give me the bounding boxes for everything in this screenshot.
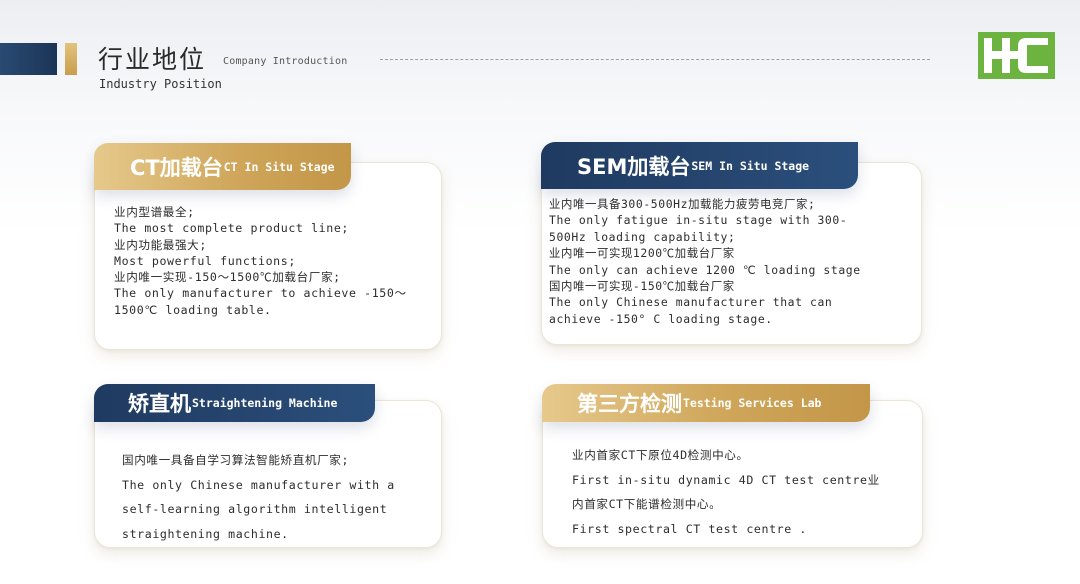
- card-line: 业内唯一实现-150～1500℃加载台厂家;: [114, 270, 341, 285]
- header-gold-accent: [65, 43, 77, 75]
- card-title-en: Straightening Machine: [192, 396, 338, 410]
- card-line: 内首家CT下能谱检测中心。: [572, 497, 722, 511]
- card-body-straightening: 国内唯一具备自学习算法智能矫直机厂家; The only Chinese man…: [122, 448, 395, 546]
- card-title-en: CT In Situ Stage: [223, 159, 335, 174]
- card-line: First spectral CT test centre .: [572, 521, 807, 536]
- card-line: 业内首家CT下原位4D检测中心。: [572, 448, 749, 462]
- tab-sem-stage: SEM加载台 SEM In Situ Stage: [541, 142, 858, 189]
- tab-ct-stage: CT加载台 CT In Situ Stage: [94, 143, 351, 190]
- card-line: 500Hz loading capability;: [549, 229, 736, 244]
- card-line: The only Chinese manufacturer that can: [549, 295, 833, 310]
- card-line: self-learning algorithm intelligent: [122, 502, 388, 517]
- header-divider: [380, 59, 930, 60]
- page-title-en: Industry Position: [99, 77, 222, 91]
- card-title-en: Testing Services Lab: [683, 396, 822, 410]
- card-line: 业内唯一具备300-500Hz加载能力疲劳电竞厂家;: [549, 197, 816, 211]
- card-body-ct: 业内型谱最全; The most complete product line; …: [114, 204, 407, 318]
- card-line: Most powerful functions;: [114, 253, 296, 268]
- card-line: The most complete product line;: [114, 221, 349, 236]
- card-line: 1500℃ loading table.: [114, 302, 272, 317]
- header-accent-bar: [0, 43, 57, 75]
- card-line: 业内唯一可实现1200℃加载台厂家: [549, 246, 735, 261]
- card-body-sem: 业内唯一具备300-500Hz加载能力疲劳电竞厂家; The only fati…: [549, 196, 861, 327]
- card-line: First in-situ dynamic 4D CT test centre业: [572, 472, 880, 487]
- tab-straightening-machine: 矫直机 Straightening Machine: [94, 384, 375, 422]
- card-title-zh: 矫直机: [128, 392, 191, 416]
- card-line: 业内型谱最全;: [114, 205, 195, 219]
- card-line: The only Chinese manufacturer with a: [122, 477, 395, 492]
- card-line: 国内唯一可实现-150℃加载台厂家: [549, 279, 735, 294]
- card-title-en: SEM In Situ Stage: [691, 158, 810, 173]
- card-line: straightening machine.: [122, 526, 289, 541]
- card-line: The only can achieve 1200 ℃ loading stag…: [549, 262, 861, 277]
- card-line: 业内功能最强大;: [114, 237, 207, 252]
- card-line: The only manufacturer to achieve -150～: [114, 286, 407, 301]
- card-line: 国内唯一具备自学习算法智能矫直机厂家;: [122, 453, 350, 467]
- tab-testing-lab: 第三方检测 Testing Services Lab: [542, 384, 870, 422]
- page-title: 行业地位: [98, 45, 207, 74]
- card-line: achieve -150° C loading stage.: [549, 311, 773, 326]
- card-title-zh: 第三方检测: [577, 392, 682, 416]
- card-title-zh: SEM加载台: [577, 154, 691, 179]
- card-body-testing: 业内首家CT下原位4D检测中心。 First in-situ dynamic 4…: [572, 443, 880, 541]
- card-line: The only fatigue in-situ stage with 300-: [549, 213, 848, 228]
- page-subtitle: Company Introduction: [223, 56, 348, 67]
- card-title-zh: CT加载台: [130, 155, 223, 180]
- hhc-logo-icon: [978, 32, 1055, 79]
